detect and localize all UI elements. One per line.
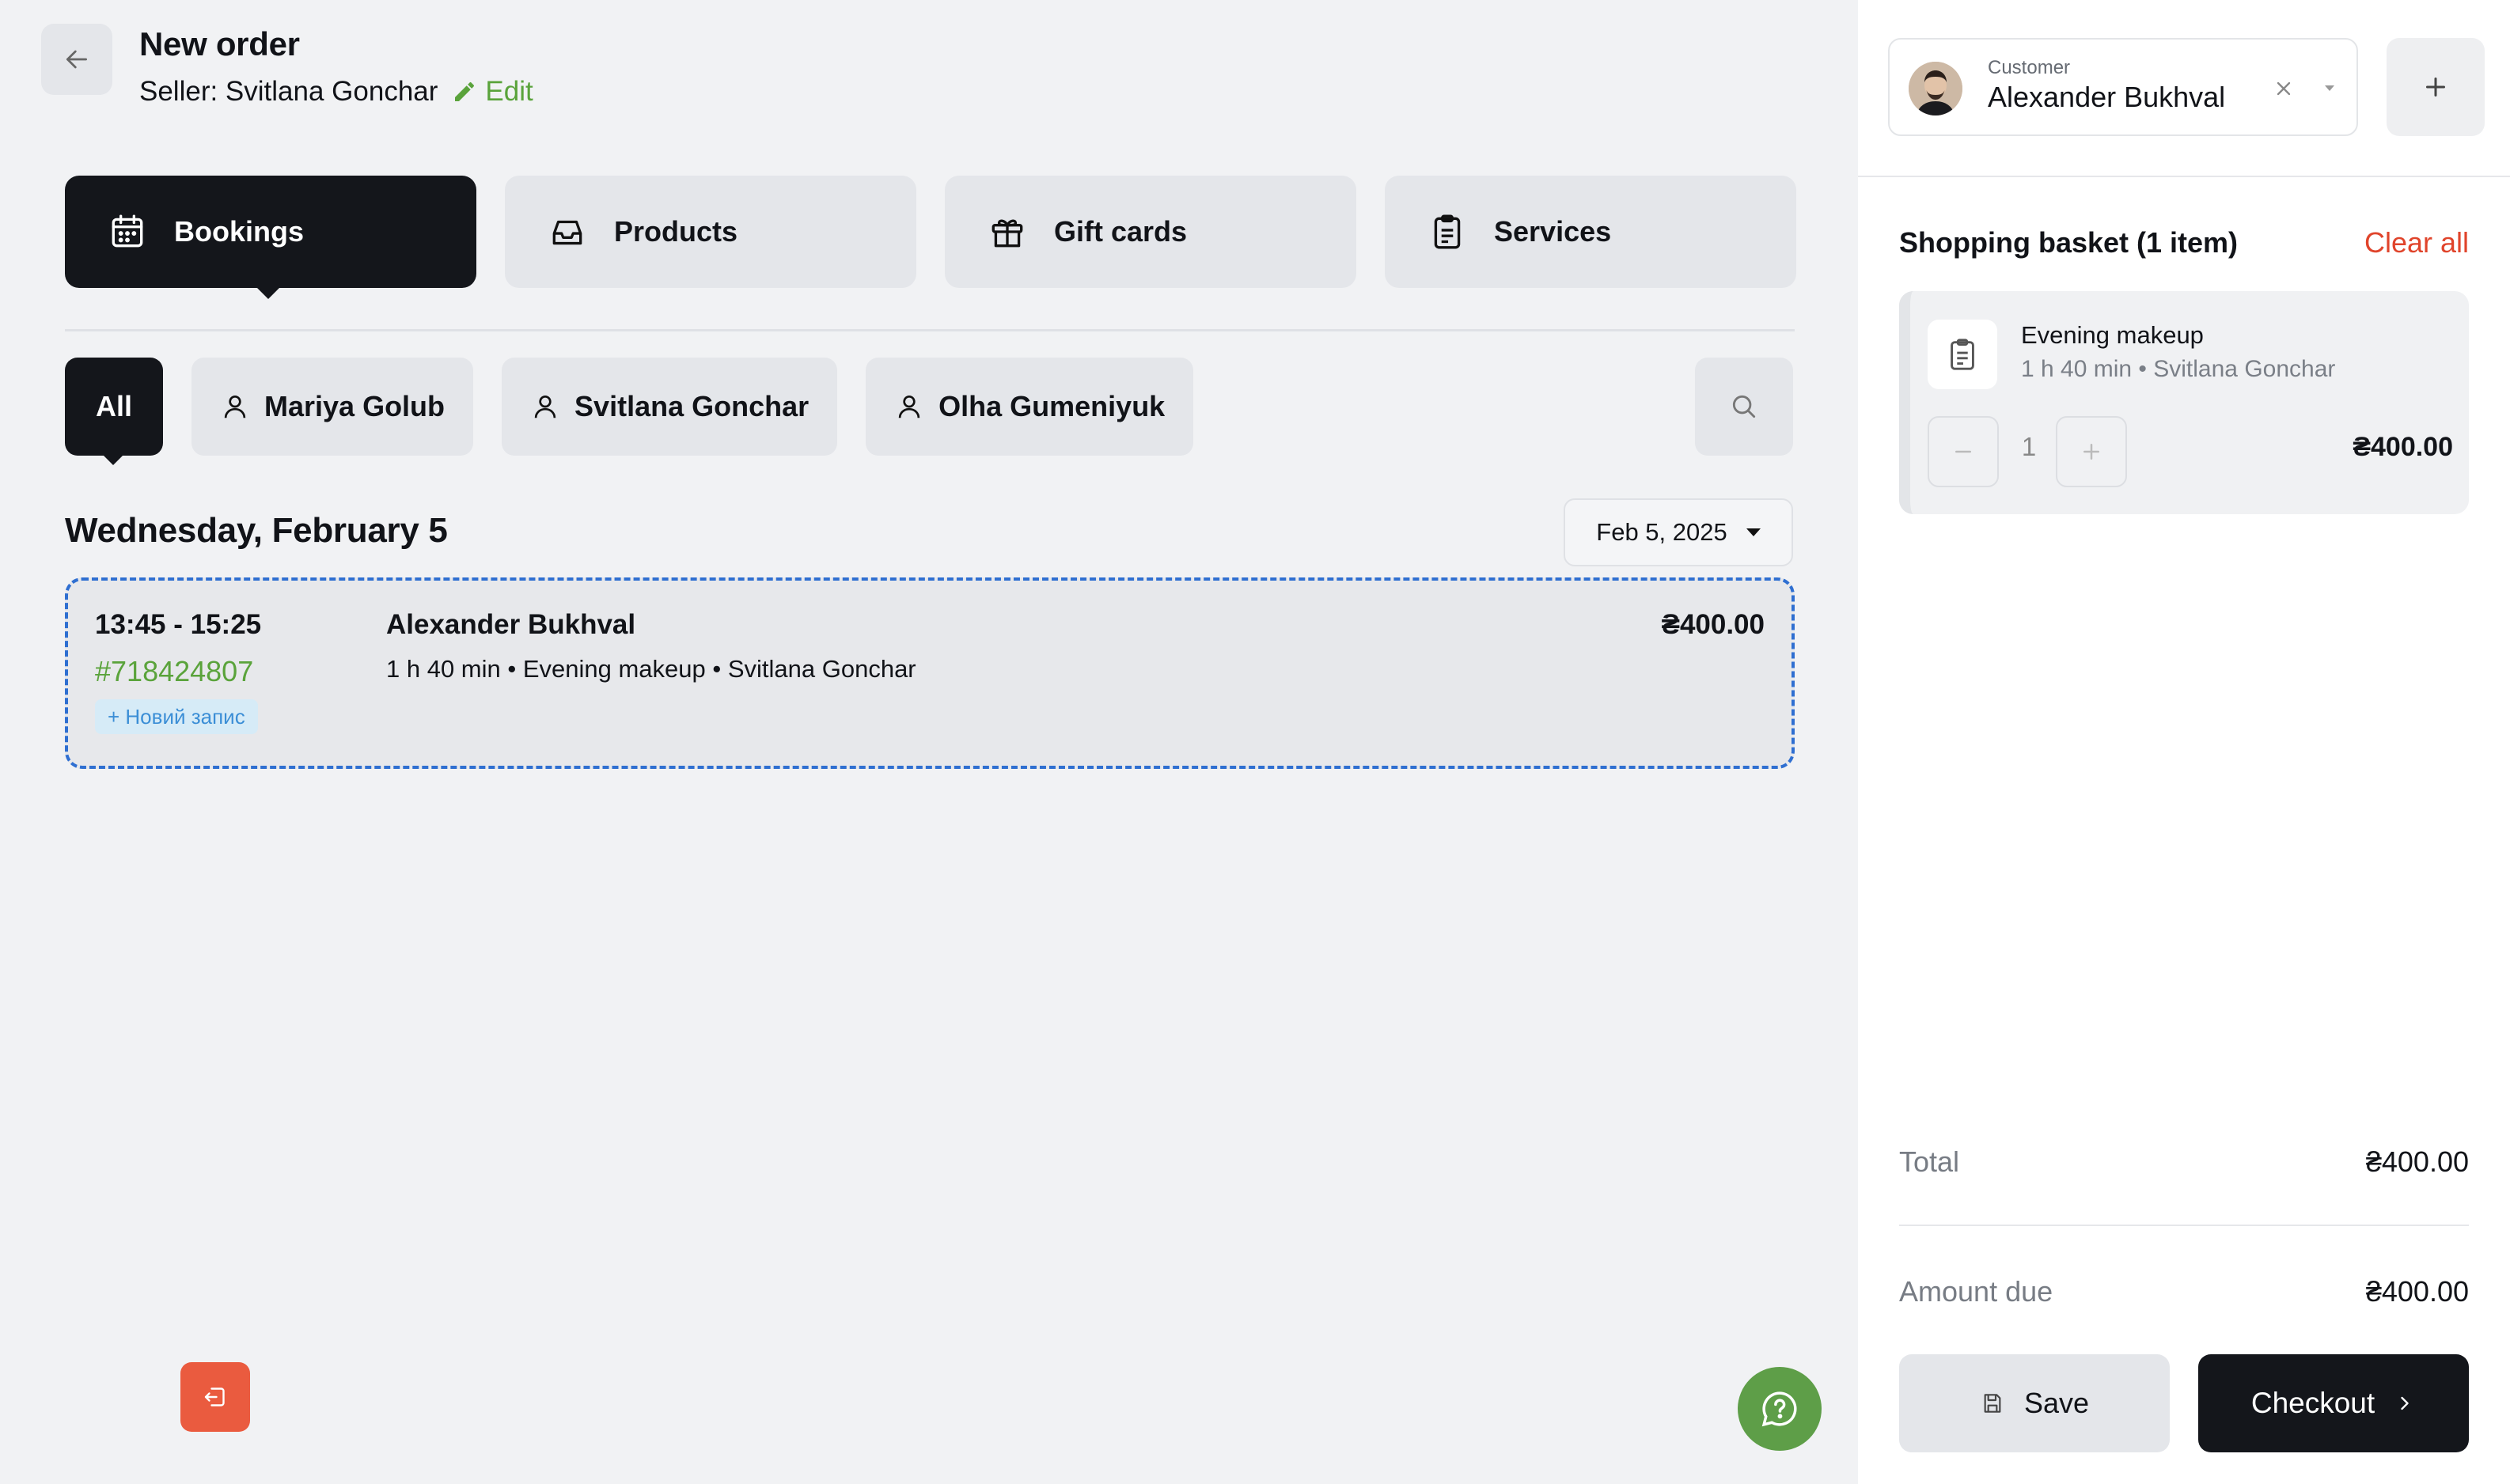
filter-svitlana-gonchar[interactable]: Svitlana Gonchar [502,358,838,456]
back-button[interactable] [41,24,112,95]
caret-down-icon[interactable] [2325,85,2334,91]
date-picker-value: Feb 5, 2025 [1596,518,1727,546]
filter-all[interactable]: All [65,358,163,465]
customer-select[interactable]: Customer Alexander Bukhval [1888,38,2358,136]
customer-avatar [1909,62,1962,115]
divider [1899,1225,2469,1226]
logout-icon [204,1387,225,1406]
tab-label: Products [614,215,738,248]
filter-label: All [95,390,132,422]
booking-id[interactable]: #718424807 [95,655,253,688]
order-sidebar: Customer Alexander Bukhval Shopping bask… [1858,0,2510,1484]
divider [65,329,1795,331]
page-title: New order [139,25,300,62]
divider [1858,176,2510,177]
seller-row: Seller: Svitlana Gonchar Edit [139,76,533,108]
amount-due-value: ₴400.00 [2365,1275,2469,1308]
catalog-tabs: Bookings Products Gift cards Services [65,176,1796,299]
basket-item: Evening makeup 1 h 40 min • Svitlana Gon… [1899,291,2469,514]
floppy-disk-icon [1984,1394,2001,1413]
minus-icon [1955,450,1971,453]
tab-label: Gift cards [1054,215,1188,248]
customer-name: Alexander Bukhval [1988,81,2226,113]
tab-label: Bookings [174,215,305,248]
user-icon [534,395,556,418]
seller-label: Seller: Svitlana Gonchar [139,76,438,107]
amount-due-row: Amount due ₴400.00 [1899,1275,2469,1308]
help-chat-icon [1761,1391,1797,1427]
booking-customer: Alexander Bukhval [386,609,636,640]
date-picker[interactable]: Feb 5, 2025 [1564,498,1793,566]
booking-card[interactable]: 13:45 - 15:25 #718424807 + Новий запис A… [65,577,1795,769]
basket-title: Shopping basket (1 item) [1899,226,2239,259]
new-booking-badge: + Новий запис [95,699,258,734]
plus-icon [2083,444,2099,460]
basket-item-price: ₴400.00 [2353,432,2453,462]
inbox-icon [552,220,582,245]
filter-label: Svitlana Gonchar [574,390,809,422]
service-icon-box [1928,320,1997,389]
checkout-button[interactable]: Checkout [2198,1354,2469,1452]
gift-icon [991,219,1023,248]
increase-quantity-button[interactable] [2056,416,2127,487]
main-area: New order Seller: Svitlana Gonchar Edit … [0,0,1858,1484]
pencil-icon [455,81,475,101]
close-icon [2277,81,2291,96]
save-button[interactable]: Save [1899,1354,2170,1452]
tab-label: Services [1494,215,1612,248]
basket-item-name: Evening makeup [2021,321,2204,349]
search-button[interactable] [1695,358,1793,456]
user-icon [898,395,920,418]
checkout-label: Checkout [2250,1387,2375,1419]
user-icon [224,395,246,418]
total-value: ₴400.00 [2365,1145,2469,1178]
total-label: Total [1899,1145,1960,1178]
filter-label: Mariya Golub [264,390,446,422]
filter-mariya-golub[interactable]: Mariya Golub [191,358,474,456]
arrow-left-icon [66,50,87,69]
clipboard-icon [1434,214,1461,249]
search-icon [1732,395,1756,418]
clear-customer-button[interactable] [2268,73,2300,104]
edit-label: Edit [485,76,533,107]
decrease-quantity-button[interactable] [1928,416,1999,487]
total-row: Total ₴400.00 [1899,1145,2469,1179]
tab-gift-cards[interactable]: Gift cards [945,176,1356,288]
tab-products[interactable]: Products [505,176,916,288]
booking-price: ₴400.00 [1661,609,1765,640]
amount-due-label: Amount due [1899,1275,2053,1308]
chevron-right-icon [2401,1396,2409,1410]
customer-label: Customer [1988,57,2071,78]
quantity-value: 1 [2021,432,2037,461]
save-label: Save [2023,1387,2090,1419]
filter-label: Olha Gumeniyuk [938,390,1166,422]
caret-down-icon [1746,528,1761,536]
booking-details: 1 h 40 min • Evening makeup • Svitlana G… [386,655,916,683]
day-heading: Wednesday, February 5 [65,511,448,550]
logout-button[interactable] [180,1362,250,1432]
tab-services[interactable]: Services [1385,176,1796,288]
plus-icon [2426,78,2445,97]
help-button[interactable] [1738,1367,1822,1451]
basket-item-details: 1 h 40 min • Svitlana Gonchar [2021,356,2336,382]
staff-filters: All Mariya Golub Svitlana Gonchar Olha G… [65,358,1194,465]
calendar-icon [112,214,143,248]
clipboard-icon [1951,339,1974,370]
booking-time: 13:45 - 15:25 [95,609,262,640]
edit-seller-link[interactable]: Edit [452,76,533,108]
clear-all-button[interactable]: Clear all [2364,226,2469,259]
filter-olha-gumeniyuk[interactable]: Olha Gumeniyuk [866,358,1194,456]
add-customer-button[interactable] [2387,38,2485,136]
tab-bookings[interactable]: Bookings [65,176,476,299]
